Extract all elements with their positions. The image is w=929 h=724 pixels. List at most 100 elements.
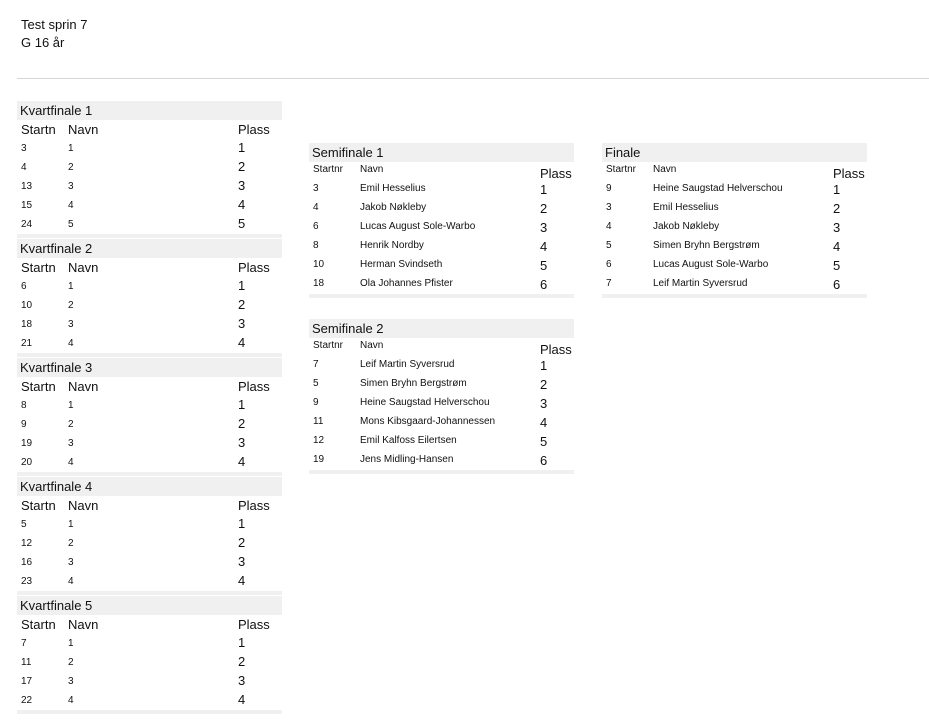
result-row: 19 Jens Midling-Hansen 6 [309, 451, 574, 470]
place-cell: 1 [238, 140, 246, 155]
name-cell: 4 [68, 576, 74, 587]
name-header: Navn [360, 340, 384, 351]
table-footer-bar [309, 470, 574, 474]
place-cell: 6 [833, 277, 841, 292]
name-cell: 1 [68, 143, 74, 154]
startnr-cell: 9 [606, 183, 612, 194]
place-cell: 4 [833, 239, 841, 254]
startnr-cell: 5 [21, 519, 27, 530]
startnr-cell: 19 [21, 438, 33, 449]
startnr-cell: 5 [313, 378, 319, 389]
place-cell: 3 [238, 673, 246, 688]
place-cell: 2 [540, 201, 548, 216]
place-header: Plass [238, 498, 270, 513]
name-cell: 3 [68, 557, 74, 568]
startnr-cell: 11 [21, 657, 32, 668]
place-cell: 2 [238, 654, 246, 669]
place-cell: 4 [540, 415, 548, 430]
place-cell: 1 [238, 516, 246, 531]
result-row: 21 4 4 [17, 334, 282, 353]
result-row: 15 4 4 [17, 196, 282, 215]
startnr-cell: 3 [313, 183, 319, 194]
place-cell: 4 [540, 239, 548, 254]
place-header: Plass [238, 379, 270, 394]
startnr-cell: 24 [21, 219, 33, 230]
name-cell: 3 [68, 319, 74, 330]
place-cell: 5 [238, 216, 246, 231]
result-row: 3 Emil Hesselius 2 [602, 199, 867, 218]
result-row: 4 Jakob Nøkleby 3 [602, 218, 867, 237]
startnr-cell: 7 [606, 278, 612, 289]
heat-title: Semifinale 2 [309, 319, 574, 338]
place-cell: 2 [238, 416, 246, 431]
place-cell: 3 [540, 396, 548, 411]
startnr-cell: 7 [21, 638, 27, 649]
name-cell: 3 [68, 676, 74, 687]
place-cell: 3 [238, 178, 246, 193]
startnr-cell: 13 [21, 181, 33, 192]
name-cell: 2 [68, 538, 74, 549]
name-cell: 3 [68, 438, 74, 449]
result-row: 10 Herman Svindseth 5 [309, 256, 574, 275]
name-cell: Ola Johannes Pfister [360, 278, 453, 289]
result-row: 19 3 3 [17, 434, 282, 453]
header-divider [17, 78, 929, 79]
place-cell: 3 [833, 220, 841, 235]
name-cell: Leif Martin Syversrud [653, 278, 748, 289]
table-footer-bar [17, 234, 282, 238]
name-cell: 5 [68, 219, 74, 230]
startnr-header: Startnr [313, 164, 344, 175]
place-cell: 6 [540, 277, 548, 292]
page-header: Test sprin 7 G 16 år [21, 16, 87, 52]
name-cell: 1 [68, 281, 74, 292]
column-header: Startnr Navn Plass [309, 338, 574, 357]
heat-title: Semifinale 1 [309, 143, 574, 162]
name-cell: 1 [68, 638, 74, 649]
startnr-cell: 22 [21, 695, 33, 706]
name-cell: Simen Bryhn Bergstrøm [653, 240, 760, 251]
startnr-cell: 23 [21, 576, 33, 587]
place-header: Plass [540, 166, 572, 181]
place-cell: 3 [238, 435, 246, 450]
heat-title: Kvartfinale 5 [17, 596, 282, 615]
startnr-cell: 18 [21, 319, 33, 330]
place-cell: 2 [238, 297, 246, 312]
result-row: 10 2 2 [17, 296, 282, 315]
place-cell: 3 [238, 554, 246, 569]
place-cell: 3 [540, 220, 548, 235]
place-header: Plass [540, 342, 572, 357]
name-cell: Heine Saugstad Helverschou [653, 183, 783, 194]
result-row: 8 1 1 [17, 396, 282, 415]
place-header: Plass [238, 122, 270, 137]
name-cell: Emil Hesselius [360, 183, 426, 194]
result-row: 5 Simen Bryhn Bergstrøm 2 [309, 375, 574, 394]
result-row: 4 2 2 [17, 158, 282, 177]
startnr-cell: 18 [313, 278, 325, 289]
place-cell: 4 [238, 692, 246, 707]
place-cell: 2 [540, 377, 548, 392]
quarterfinal-table: Kvartfinale 2 Startn Navn Plass 6 1 1 10 2 2 18 3 3 2… [17, 239, 282, 357]
startnr-cell: 9 [21, 419, 27, 430]
quarterfinal-table: Kvartfinale 1 Startn Navn Plass 3 1 1 4 2 2 13 3 3 15… [17, 101, 282, 238]
startnr-cell: 6 [21, 281, 27, 292]
result-row: 6 Lucas August Sole-Warbo 5 [602, 256, 867, 275]
name-cell: Lucas August Sole-Warbo [653, 259, 769, 270]
result-row: 24 5 5 [17, 215, 282, 234]
result-row: 7 Leif Martin Syversrud 6 [602, 275, 867, 294]
result-row: 4 Jakob Nøkleby 2 [309, 199, 574, 218]
result-row: 6 Lucas August Sole-Warbo 3 [309, 218, 574, 237]
result-row: 8 Henrik Nordby 4 [309, 237, 574, 256]
name-cell: Herman Svindseth [360, 259, 443, 270]
name-header: Navn [653, 164, 677, 175]
place-cell: 6 [540, 453, 548, 468]
place-cell: 1 [238, 278, 246, 293]
startnr-cell: 8 [313, 240, 319, 251]
heat-title: Kvartfinale 3 [17, 358, 282, 377]
place-cell: 4 [238, 197, 246, 212]
startnr-header: Startn [21, 617, 56, 632]
result-row: 3 Emil Hesselius 1 [309, 180, 574, 199]
result-row: 17 3 3 [17, 672, 282, 691]
place-header: Plass [833, 166, 865, 181]
column-header: Startn Navn Plass [17, 615, 282, 634]
name-cell: Henrik Nordby [360, 240, 424, 251]
